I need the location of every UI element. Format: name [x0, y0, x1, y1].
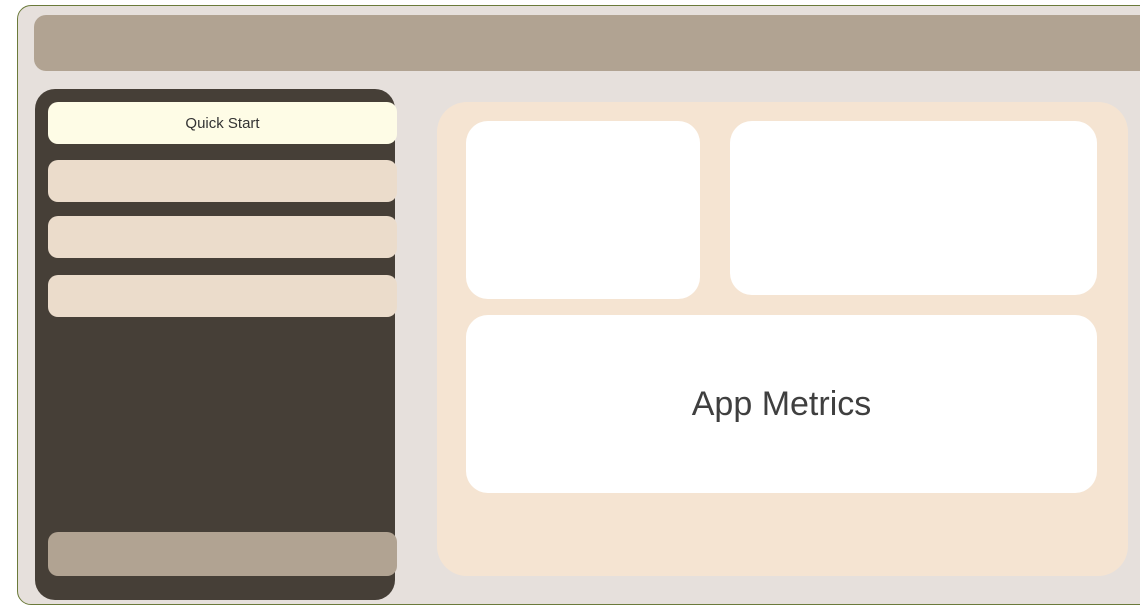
sidebar: Quick Start — [35, 89, 397, 600]
top-bar — [34, 15, 1140, 71]
sidebar-item-2[interactable] — [48, 160, 397, 202]
app-window: Quick Start App Metrics — [17, 5, 1140, 605]
sidebar-footer-button[interactable] — [48, 532, 397, 576]
main-content: App Metrics — [437, 102, 1128, 576]
sidebar-item-4[interactable] — [48, 275, 397, 317]
app-metrics-card: App Metrics — [466, 315, 1097, 493]
card-top-left — [466, 121, 700, 299]
sidebar-item-quick-start[interactable]: Quick Start — [48, 102, 397, 144]
card-top-right — [730, 121, 1097, 295]
sidebar-item-3[interactable] — [48, 216, 397, 258]
